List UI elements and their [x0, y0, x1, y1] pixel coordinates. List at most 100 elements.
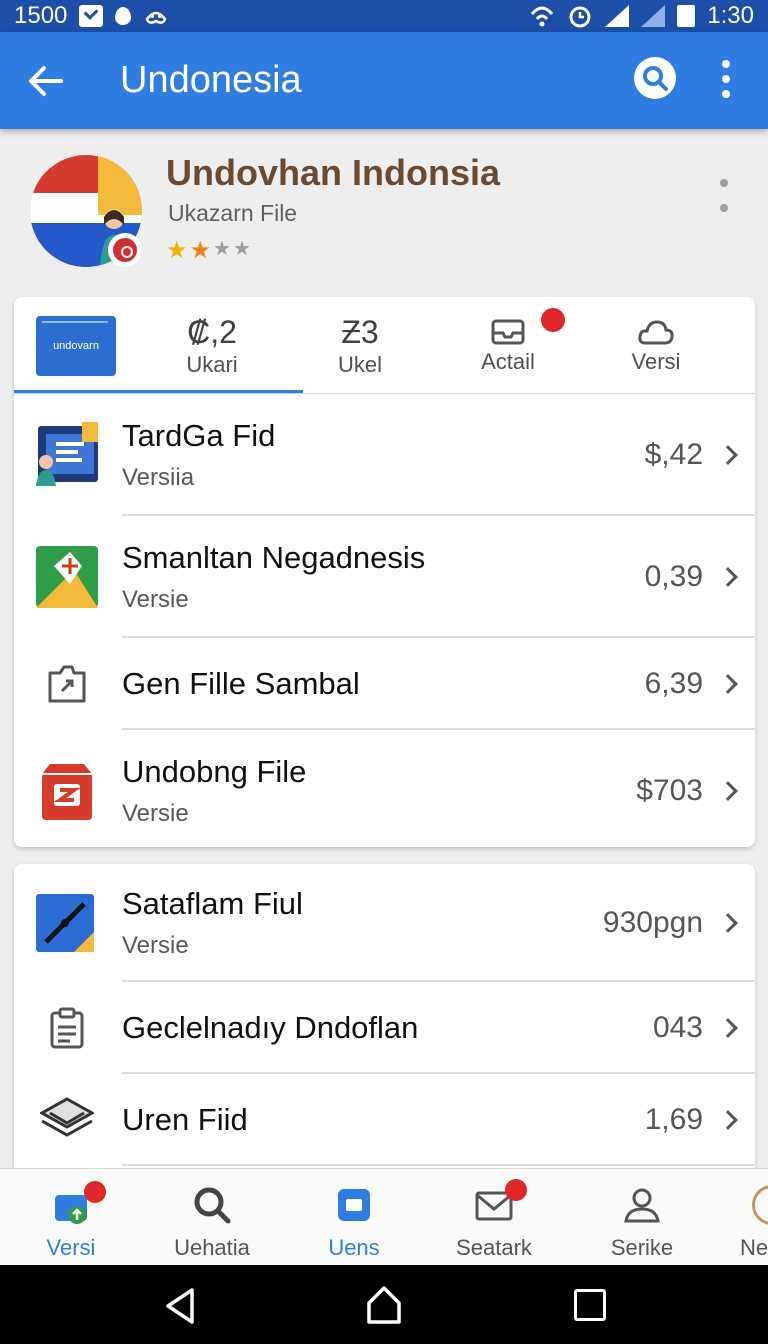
battery-icon [677, 5, 696, 27]
list-item[interactable]: Uren Fiid 1,69 [14, 1074, 755, 1166]
page-title: Undonesia [120, 59, 302, 101]
nav-label: Uehatia [174, 1235, 250, 1260]
store-bag-icon [42, 764, 92, 820]
document-person-icon [36, 422, 98, 486]
list-item-title: TardGa Fid [122, 418, 276, 453]
star-filled-icon: ★ [166, 237, 188, 264]
list-item-value: $,42 [644, 438, 703, 471]
map-pin-icon [36, 546, 98, 608]
signal-secondary-icon [641, 5, 666, 27]
app-bar: Undonesia [0, 32, 768, 129]
list-item-value: 1,69 [644, 1103, 703, 1136]
chevron-right-icon [718, 674, 738, 694]
search-icon [194, 1187, 231, 1224]
chevron-right-icon [718, 445, 738, 465]
list-item-title: Undobng File [122, 754, 307, 789]
system-recents-icon[interactable] [574, 1289, 606, 1321]
inbox-tray-icon [491, 319, 525, 344]
tab-versi[interactable]: Versi [582, 297, 730, 394]
tab-value: Ƶ3 [341, 313, 379, 350]
nav-label: Versi [46, 1235, 96, 1260]
chevron-right-icon [718, 567, 738, 587]
tab-label: Actail [481, 348, 535, 374]
chevron-right-icon [718, 1110, 738, 1130]
system-back-icon[interactable] [164, 1287, 196, 1325]
arrow-back-icon [29, 65, 63, 96]
nav-item-uens[interactable]: Uens [279, 1169, 429, 1266]
list-item[interactable]: TardGa Fid Versiia $,42 [14, 394, 755, 516]
tab-label: Ukel [337, 351, 382, 377]
cloud-icon [638, 319, 674, 344]
gamepad-icon [145, 11, 167, 24]
compass-icon [36, 894, 94, 952]
tab-ukel[interactable]: Ƶ3 Ukel [286, 297, 434, 394]
list-item-title: Uren Fiid [122, 1102, 248, 1137]
signal-icon [605, 5, 630, 27]
file-list-card-secondary: Sataflam Fiul Versie 930pgn Geclelnadıy … [14, 864, 755, 1168]
avatar-icon [752, 1185, 768, 1225]
tab-active-indicator [14, 390, 303, 393]
list-item-title: Gen Fille Sambal [122, 666, 360, 701]
search-button[interactable] [634, 57, 676, 99]
chat-box-icon [338, 1189, 370, 1221]
star-empty-icon: ★ [232, 238, 251, 260]
profile-status-badge [108, 233, 142, 267]
notification-badge [505, 1179, 527, 1201]
nav-item-uehatia[interactable]: Uehatia [137, 1169, 287, 1266]
chevron-right-icon [718, 1018, 738, 1038]
profile-more-button[interactable] [716, 170, 732, 220]
rating-stars: ★ ★ ★ ★ [166, 236, 251, 265]
profile-title: Undovhan Indonsia [166, 152, 501, 193]
nav-item-versi[interactable]: Versi [0, 1169, 146, 1266]
list-item-subtitle: Versie [122, 800, 189, 827]
profile-subtitle: Ukazarn File [168, 200, 298, 226]
list-item-title: Sataflam Fiul [122, 886, 303, 921]
nav-label: Serike [610, 1235, 674, 1260]
overflow-menu-button[interactable] [712, 56, 740, 102]
notification-badge [84, 1181, 106, 1203]
file-list-card: undovarn ₡,2 Ukari Ƶ3 Ukel Actail Versi … [14, 297, 755, 847]
person-icon [624, 1188, 660, 1223]
list-item-title: Geclelnadıy Dndoflan [122, 1010, 419, 1045]
list-item-value: 930pgn [602, 906, 703, 939]
nav-item-seatark[interactable]: Seatark [419, 1169, 569, 1266]
system-home-icon[interactable] [366, 1285, 402, 1325]
system-navigation-bar [0, 1265, 768, 1344]
star-empty-icon: ★ [213, 238, 231, 260]
list-item[interactable]: Geclelnadıy Dndoflan 043 [14, 982, 755, 1074]
status-time-left: 1500 [14, 2, 68, 29]
clipboard-icon [50, 1007, 84, 1049]
list-item[interactable]: Gen Fille Sambal 6,39 [14, 638, 755, 730]
tab-overview[interactable]: undovarn [14, 297, 138, 394]
status-bar: 1500 1:30 [0, 0, 768, 32]
list-item-value: $703 [636, 774, 703, 807]
list-item-value: 043 [652, 1011, 703, 1044]
star-filled-icon: ★ [189, 237, 212, 264]
list-item[interactable]: Sataflam Fiul Versie 930pgn [14, 864, 755, 982]
list-item-value: 6,39 [644, 667, 703, 700]
list-item-value: 0,39 [644, 560, 703, 593]
nav-item-more[interactable]: Ne [700, 1169, 768, 1266]
nav-item-serike[interactable]: Serike [567, 1169, 717, 1266]
notification-bubble-icon [115, 7, 132, 25]
back-button[interactable] [0, 32, 90, 129]
status-time-right: 1:30 [707, 2, 754, 29]
layers-icon [40, 1097, 94, 1137]
tab-label: Ukari [186, 351, 238, 377]
notification-badge [541, 308, 565, 332]
alarm-icon [569, 6, 591, 28]
nav-label: Uens [328, 1235, 380, 1260]
tab-ukari[interactable]: ₡,2 Ukari [138, 297, 286, 394]
list-item[interactable]: Undobng File Versie $703 [14, 730, 755, 847]
list-item-subtitle: Versie [122, 586, 189, 613]
list-item-subtitle: Versie [122, 932, 189, 959]
folder-share-icon [48, 665, 86, 703]
chevron-right-icon [718, 913, 738, 933]
list-item[interactable]: Smanltan Negadnesis Versie 0,39 [14, 516, 755, 638]
list-item-subtitle: Versiia [122, 464, 195, 491]
nav-label: Seatark [456, 1235, 532, 1260]
checkbox-notification-icon [79, 5, 104, 27]
tab-value: ₡,2 [187, 313, 237, 350]
tab-bar: undovarn ₡,2 Ukari Ƶ3 Ukel Actail Versi [14, 297, 755, 394]
wifi-calling-icon [531, 6, 554, 27]
